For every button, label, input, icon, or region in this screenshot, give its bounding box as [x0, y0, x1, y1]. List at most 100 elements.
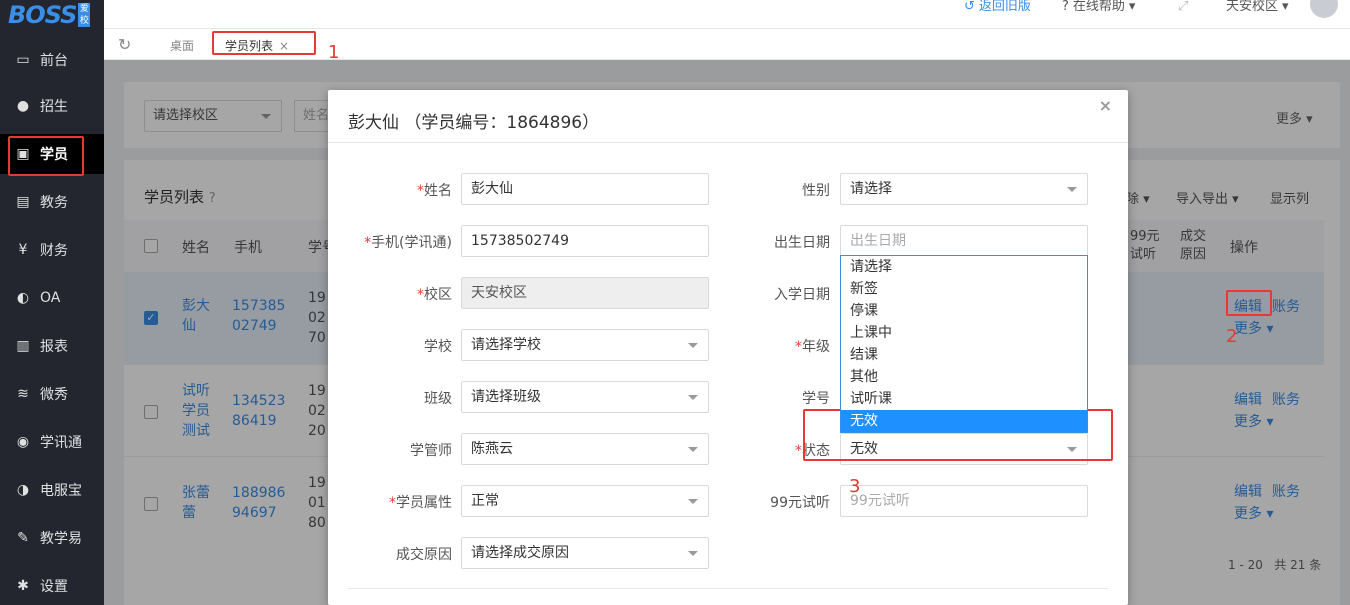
book-icon: ▤: [16, 194, 30, 210]
manager-select[interactable]: 陈燕云: [461, 433, 709, 465]
gender-select[interactable]: 请选择: [840, 173, 1088, 205]
caret-down-icon: [688, 395, 698, 400]
sidebar-item-label: 设置: [40, 579, 68, 595]
campus-field: 天安校区: [461, 277, 709, 309]
attr-label: *学员属性: [389, 495, 452, 511]
avatar[interactable]: [1310, 0, 1338, 18]
logo-badge: 爱校: [78, 3, 91, 27]
sidebar-item-settings[interactable]: ✱ 设置: [0, 566, 104, 605]
gear-icon: ✱: [17, 578, 29, 594]
school-select[interactable]: 请选择学校: [461, 329, 709, 361]
name-field[interactable]: 彭大仙: [461, 173, 709, 205]
sidebar-item-reports[interactable]: ▥ 报表: [0, 326, 104, 366]
sidebar-item-oa[interactable]: ◐ OA: [0, 278, 104, 318]
birth-label: 出生日期: [774, 235, 830, 251]
sidebar-item-label: 学员: [40, 147, 68, 163]
fullscreen-icon[interactable]: ⤢: [1178, 0, 1188, 14]
class-select[interactable]: 请选择班级: [461, 381, 709, 413]
sidebar-item-students[interactable]: ▣ 学员: [0, 134, 104, 176]
pen-icon: ✎: [17, 530, 29, 546]
trial-field[interactable]: 99元试听: [840, 485, 1088, 517]
caret-down-icon: [1067, 187, 1077, 192]
sidebar-item-label: 电服宝: [40, 483, 82, 499]
online-help-label: 在线帮助: [1072, 0, 1125, 14]
caret-down-icon: [688, 551, 698, 556]
student-attr-value: 正常: [471, 493, 499, 509]
sidebar-item-label: 前台: [40, 53, 68, 69]
reason-label: 成交原因: [396, 547, 452, 563]
campus-label: 天安校区: [1226, 0, 1279, 14]
sidebar-item-frontdesk[interactable]: ▭ 前台: [0, 40, 104, 80]
location-icon: ◉: [16, 434, 30, 450]
sidebar-item-label: 微秀: [40, 387, 68, 403]
sidebar: BOSS 爱校 ▭ 前台 ● 招生 ▣ 学员 ▤ 教务 ¥ 财务 ◐ OA ▥ 报表 ≋ 微秀 …: [0, 0, 104, 605]
phone-label: *手机(学讯通): [364, 235, 452, 251]
status-option[interactable]: 其他: [841, 366, 1087, 388]
trial-label: 99元试听: [770, 495, 830, 511]
modal-footer-divider: [348, 588, 1108, 589]
status-option-selected[interactable]: 无效: [841, 410, 1087, 432]
phone-field[interactable]: 15738502749: [461, 225, 709, 257]
status-option[interactable]: 新签: [841, 278, 1087, 300]
sid-label: 学号: [802, 391, 830, 407]
grade-label: *年级: [795, 339, 830, 355]
gender-select-value: 请选择: [850, 181, 892, 197]
name-label-text: 姓名: [424, 183, 452, 199]
caret-down-icon: [688, 343, 698, 348]
sidebar-item-dianfubao[interactable]: ◑ 电服宝: [0, 470, 104, 510]
sidebar-item-label: 招生: [40, 99, 68, 115]
sidebar-item-label: 报表: [40, 339, 68, 355]
phone-icon: ◑: [16, 482, 30, 498]
app-logo[interactable]: BOSS 爱校: [8, 0, 91, 30]
sidebar-item-xuexuntong[interactable]: ◉ 学讯通: [0, 422, 104, 462]
student-attr-select[interactable]: 正常: [461, 485, 709, 517]
campus-switcher[interactable]: 天安校区 ▾: [1226, 0, 1289, 14]
manager-label: 学管师: [410, 443, 452, 459]
top-header: ↺ 返回旧版 ? 在线帮助 ▾ ⤢ 天安校区 ▾: [104, 0, 1350, 28]
attr-label-text: 学员属性: [396, 495, 452, 511]
tab-desktop[interactable]: 桌面: [170, 37, 194, 54]
status-option[interactable]: 上课中: [841, 322, 1087, 344]
class-label: 班级: [424, 391, 452, 407]
annotation-box-2: [1226, 290, 1272, 316]
wave-icon: ≋: [17, 386, 29, 402]
grade-label-text: 年级: [802, 339, 830, 355]
name-label: *姓名: [417, 183, 452, 199]
sidebar-item-teaching[interactable]: ▤ 教务: [0, 182, 104, 222]
reason-select[interactable]: 请选择成交原因: [461, 537, 709, 569]
school-select-value: 请选择学校: [471, 337, 541, 353]
logo-text: BOSS: [8, 1, 77, 29]
school-label: 学校: [424, 339, 452, 355]
phone-label-text: 手机(学讯通): [371, 235, 452, 251]
sidebar-item-enroll[interactable]: ● 招生: [0, 86, 104, 126]
student-card-icon: ▣: [16, 146, 30, 162]
modal-divider: [328, 142, 1128, 143]
sidebar-item-finance[interactable]: ¥ 财务: [0, 230, 104, 270]
annotation-box-1: [212, 31, 316, 55]
calendar-icon: ▭: [16, 52, 30, 68]
manager-select-value: 陈燕云: [471, 441, 513, 457]
enroll-label: 入学日期: [774, 287, 830, 303]
campus-label-text: 校区: [424, 287, 452, 303]
annotation-number-2: 2: [1226, 326, 1238, 347]
status-option[interactable]: 请选择: [841, 256, 1087, 278]
sidebar-item-label: 财务: [40, 243, 68, 259]
oa-icon: ◐: [16, 290, 30, 306]
refresh-icon[interactable]: ↻: [118, 35, 131, 54]
back-old-version-link[interactable]: ↺ 返回旧版: [964, 0, 1031, 14]
caret-down-icon: [688, 447, 698, 452]
sidebar-item-weixiu[interactable]: ≋ 微秀: [0, 374, 104, 414]
close-icon[interactable]: ×: [1099, 96, 1112, 115]
status-option[interactable]: 结课: [841, 344, 1087, 366]
gender-label: 性别: [802, 183, 830, 199]
reason-select-value: 请选择成交原因: [471, 545, 569, 561]
birth-date-field[interactable]: 出生日期: [840, 225, 1088, 257]
status-option[interactable]: 停课: [841, 300, 1087, 322]
sidebar-item-label: OA: [40, 290, 61, 306]
sidebar-item-label: 学讯通: [40, 435, 82, 451]
status-option[interactable]: 试听课: [841, 388, 1087, 410]
campus-label: *校区: [417, 287, 452, 303]
yen-icon: ¥: [18, 242, 28, 258]
online-help-menu[interactable]: ? 在线帮助 ▾: [1062, 0, 1135, 14]
sidebar-item-jiaoxueyi[interactable]: ✎ 教学易: [0, 518, 104, 558]
